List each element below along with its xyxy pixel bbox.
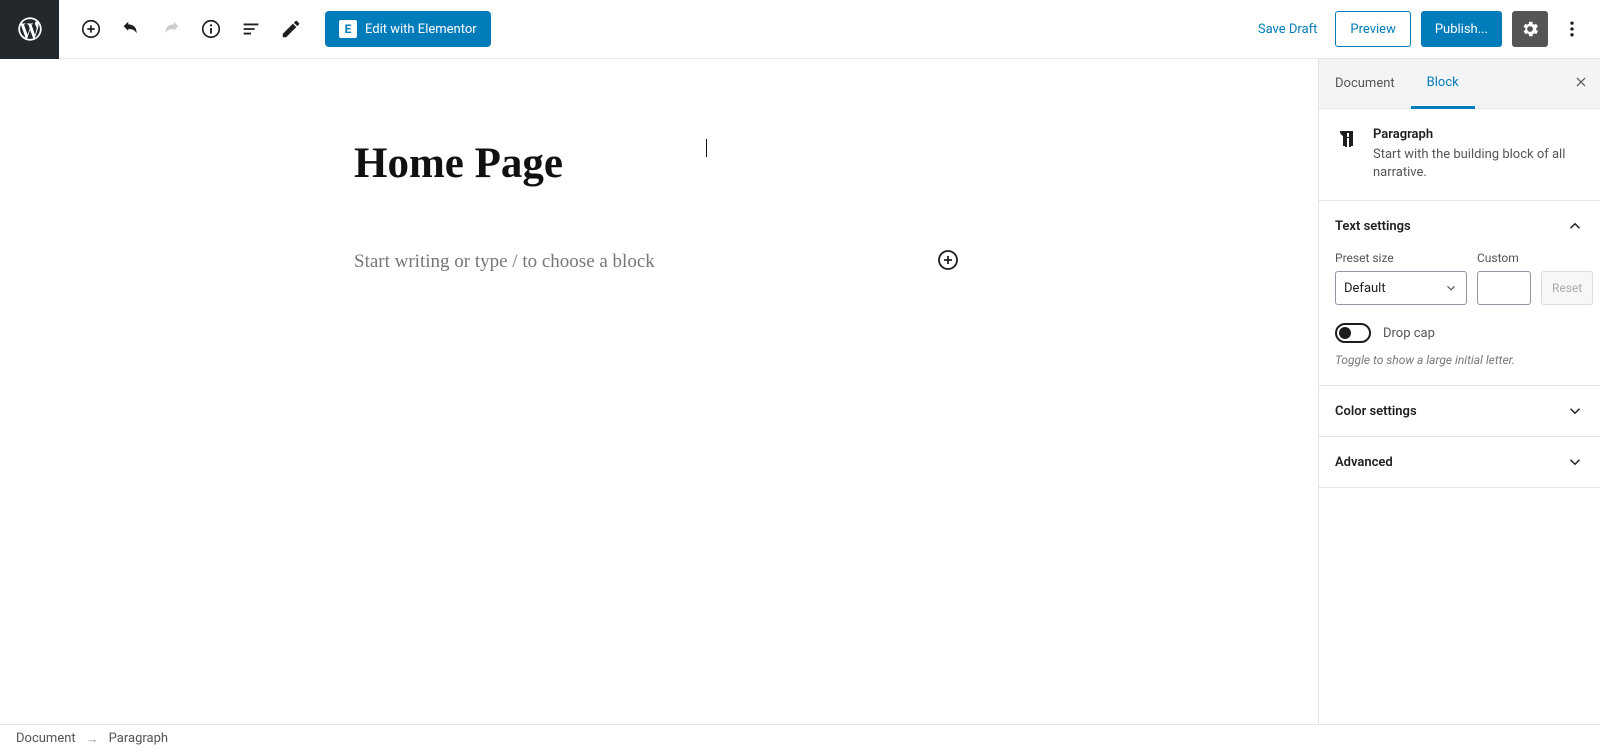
- elementor-icon: E: [339, 20, 357, 38]
- plus-circle-icon: [80, 18, 102, 40]
- edit-button[interactable]: [271, 9, 311, 49]
- tab-document[interactable]: Document: [1319, 59, 1411, 108]
- settings-sidebar: Document Block Paragraph Start with the …: [1318, 59, 1600, 724]
- breadcrumb: Document → Paragraph: [0, 724, 1600, 752]
- block-subtitle: Start with the building block of all nar…: [1373, 146, 1584, 182]
- undo-icon: [120, 18, 142, 40]
- page-title[interactable]: Home Page: [354, 139, 964, 188]
- breadcrumb-root[interactable]: Document: [16, 731, 76, 746]
- undo-button[interactable]: [111, 9, 151, 49]
- main-area: Home Page Start writing or type / to cho…: [0, 59, 1600, 724]
- paragraph-icon: [1335, 127, 1359, 151]
- tab-block[interactable]: Block: [1411, 60, 1475, 109]
- list-icon: [240, 18, 262, 40]
- preset-size-label: Preset size: [1335, 251, 1467, 265]
- panel-title: Advanced: [1335, 455, 1393, 470]
- drop-cap-label: Drop cap: [1383, 326, 1435, 341]
- preview-button[interactable]: Preview: [1335, 11, 1410, 47]
- text-cursor: [706, 139, 707, 157]
- chevron-down-icon: [1566, 402, 1584, 420]
- wordpress-icon: [16, 15, 44, 43]
- redo-button[interactable]: [151, 9, 191, 49]
- reset-button[interactable]: Reset: [1541, 271, 1593, 305]
- pencil-icon: [280, 18, 302, 40]
- info-icon: [200, 18, 222, 40]
- block-placeholder[interactable]: Start writing or type / to choose a bloc…: [354, 251, 655, 273]
- panel-text-settings: Text settings Preset size Default Custom: [1319, 201, 1600, 386]
- block-title: Paragraph: [1373, 127, 1584, 142]
- drop-cap-toggle[interactable]: [1335, 323, 1371, 343]
- close-sidebar[interactable]: [1574, 75, 1588, 93]
- panel-advanced: Advanced: [1319, 437, 1600, 488]
- editor-canvas[interactable]: Home Page Start writing or type / to cho…: [0, 59, 1318, 724]
- panel-header-color[interactable]: Color settings: [1319, 386, 1600, 436]
- panel-color-settings: Color settings: [1319, 386, 1600, 437]
- outline-button[interactable]: [231, 9, 271, 49]
- panel-title: Color settings: [1335, 404, 1417, 419]
- panel-header-advanced[interactable]: Advanced: [1319, 437, 1600, 487]
- add-block-inline[interactable]: [936, 248, 964, 276]
- close-icon: [1574, 75, 1588, 89]
- drop-cap-help: Toggle to show a large initial letter.: [1335, 353, 1584, 367]
- more-vertical-icon: [1562, 19, 1582, 39]
- chevron-up-icon: [1566, 217, 1584, 235]
- elementor-button[interactable]: E Edit with Elementor: [325, 11, 491, 47]
- plus-circle-icon: [936, 248, 960, 272]
- wordpress-logo[interactable]: [0, 0, 59, 59]
- custom-size-input[interactable]: [1477, 271, 1531, 305]
- add-block-button[interactable]: [71, 9, 111, 49]
- block-description: Paragraph Start with the building block …: [1319, 109, 1600, 201]
- redo-icon: [160, 18, 182, 40]
- toolbar-left: E Edit with Elementor: [71, 9, 491, 49]
- more-menu-button[interactable]: [1558, 11, 1586, 47]
- custom-size-label: Custom: [1477, 251, 1531, 265]
- panel-title: Text settings: [1335, 219, 1411, 234]
- sidebar-tabs: Document Block: [1319, 59, 1600, 109]
- chevron-down-icon: [1444, 281, 1458, 295]
- chevron-down-icon: [1566, 453, 1584, 471]
- save-draft-button[interactable]: Save Draft: [1250, 14, 1326, 45]
- preset-value: Default: [1344, 281, 1386, 296]
- arrow-icon: →: [86, 731, 99, 747]
- publish-button[interactable]: Publish...: [1421, 11, 1502, 47]
- info-button[interactable]: [191, 9, 231, 49]
- toolbar-right: Save Draft Preview Publish...: [1250, 11, 1586, 47]
- breadcrumb-current[interactable]: Paragraph: [109, 731, 168, 746]
- elementor-label: Edit with Elementor: [365, 22, 477, 37]
- settings-button[interactable]: [1512, 11, 1548, 47]
- gear-icon: [1520, 19, 1540, 39]
- top-toolbar: E Edit with Elementor Save Draft Preview…: [0, 0, 1600, 59]
- panel-header-text[interactable]: Text settings: [1319, 201, 1600, 251]
- preset-size-select[interactable]: Default: [1335, 271, 1467, 305]
